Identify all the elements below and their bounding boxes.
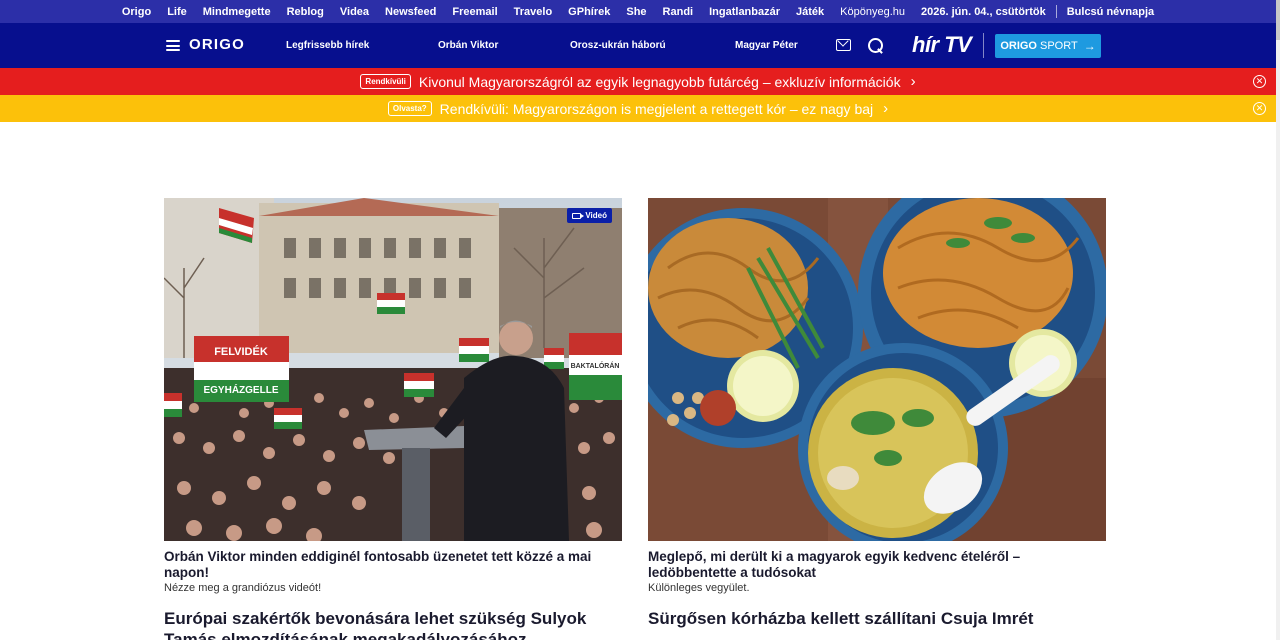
- article-card-food[interactable]: Meglepő, mi derült ki a magyarok egyik k…: [648, 198, 1106, 594]
- article-card-orban[interactable]: FELVIDÉK EGYHÁZGELLE BAKTALÓRÁN Videó Or…: [164, 198, 622, 594]
- topbar-link-mindmegette[interactable]: Mindmegette: [203, 6, 271, 18]
- close-icon[interactable]: ✕: [1253, 102, 1266, 115]
- read-suggestion-bar[interactable]: Olvasta? Rendkívüli: Magyarországon is m…: [0, 95, 1276, 122]
- main-header: ORIGO Legfrissebb hírek Orbán Viktor Oro…: [0, 23, 1276, 68]
- topbar-link-reblog[interactable]: Reblog: [287, 6, 324, 18]
- article-title[interactable]: Meglepő, mi derült ki a magyarok egyik k…: [648, 549, 1106, 581]
- mail-icon[interactable]: [836, 39, 851, 51]
- origo-sport-button[interactable]: ORIGO SPORT →: [995, 34, 1101, 58]
- video-badge: Videó: [567, 208, 612, 223]
- arrow-right-icon: →: [1083, 39, 1096, 53]
- article-image-rally[interactable]: FELVIDÉK EGYHÁZGELLE BAKTALÓRÁN Videó: [164, 198, 622, 541]
- hirtv-logo[interactable]: hír TV: [912, 32, 972, 58]
- topbar-link-life[interactable]: Life: [167, 6, 187, 18]
- article-title-csuja[interactable]: Sürgősen kórházba kellett szállítani Csu…: [648, 608, 1106, 629]
- video-camera-icon: [572, 212, 585, 219]
- page-scrollbar[interactable]: [1276, 0, 1280, 640]
- origo-logo[interactable]: ORIGO: [189, 36, 245, 53]
- topbar-link-freemail[interactable]: Freemail: [452, 6, 497, 18]
- breaking-news-text[interactable]: Kivonul Magyarországról az egyik legnagy…: [419, 74, 901, 90]
- search-icon[interactable]: [868, 38, 884, 54]
- header-divider: [983, 33, 984, 58]
- nav-item-legfrissebb[interactable]: Legfrissebb hírek: [286, 40, 369, 51]
- nav-item-orban-viktor[interactable]: Orbán Viktor: [438, 40, 498, 51]
- chevron-right-icon: ›: [883, 100, 889, 117]
- topbar-link-randi[interactable]: Randi: [663, 6, 694, 18]
- topbar-link-ingatlanbazar[interactable]: Ingatlanbazár: [709, 6, 780, 18]
- nav-item-magyar-peter[interactable]: Magyar Péter: [735, 40, 798, 51]
- topbar-link-jatek[interactable]: Játék: [796, 6, 824, 18]
- video-badge-label: Videó: [585, 211, 607, 220]
- article-title[interactable]: Orbán Viktor minden eddiginél fontosabb …: [164, 549, 622, 581]
- topbar-link-gphirek[interactable]: GPhírek: [568, 6, 610, 18]
- topbar-link-koponyeg[interactable]: Köpönyeg.hu: [840, 6, 905, 18]
- scrollbar-thumb[interactable]: [1276, 0, 1280, 40]
- read-suggestion-text[interactable]: Rendkívüli: Magyarországon is megjelent …: [440, 101, 873, 117]
- topbar-link-origo[interactable]: Origo: [122, 6, 151, 18]
- topbar-divider: [1055, 5, 1057, 18]
- topbar-date: 2026. jún. 04., csütörtök: [921, 5, 1046, 18]
- read-badge: Olvasta?: [387, 101, 432, 116]
- article-lead: Nézze meg a grandiózus videót!: [164, 582, 322, 594]
- breaking-news-bar[interactable]: Rendkívüli Kivonul Magyarországról az eg…: [0, 68, 1276, 95]
- hamburger-menu-icon[interactable]: [166, 40, 180, 51]
- topbar-link-travelo[interactable]: Travelo: [514, 6, 553, 18]
- banner-egyhazgelle-text: EGYHÁZGELLE: [203, 383, 278, 396]
- network-topbar: Origo Life Mindmegette Reblog Videa News…: [0, 0, 1276, 23]
- article-title-sulyok[interactable]: Európai szakértők bevonására lehet szüks…: [164, 608, 622, 640]
- sport-brand-label: ORIGO: [1000, 40, 1037, 52]
- topbar-link-she[interactable]: She: [626, 6, 646, 18]
- topbar-nameday: Bulcsú névnapja: [1066, 5, 1155, 18]
- close-icon[interactable]: ✕: [1253, 75, 1266, 88]
- breaking-badge: Rendkívüli: [360, 74, 411, 89]
- nav-item-orosz-ukran[interactable]: Orosz-ukrán háború: [570, 40, 666, 51]
- topbar-link-videa[interactable]: Videa: [340, 6, 369, 18]
- article-lead: Különleges vegyület.: [648, 582, 750, 594]
- banner-felvidek-text: FELVIDÉK: [214, 345, 268, 358]
- article-image-food[interactable]: [648, 198, 1106, 541]
- banner-baktaloran-text: BAKTALÓRÁN: [571, 361, 620, 370]
- chevron-right-icon: ›: [910, 73, 916, 90]
- topbar-link-newsfeed[interactable]: Newsfeed: [385, 6, 436, 18]
- sport-label: SPORT: [1039, 40, 1078, 52]
